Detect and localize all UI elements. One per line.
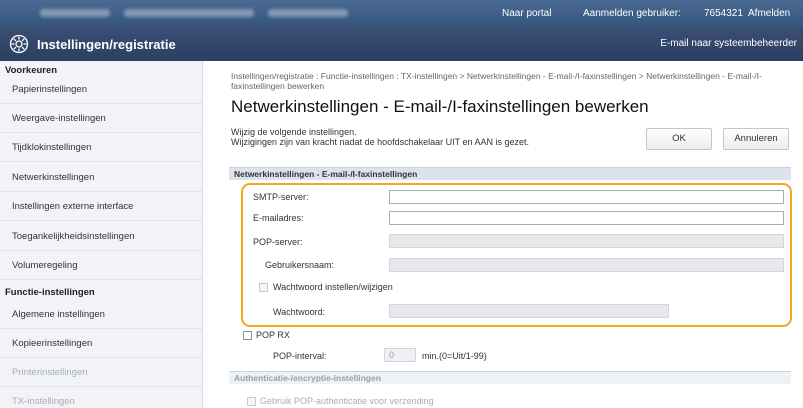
sidebar-item-display[interactable]: Weergave-instellingen bbox=[0, 105, 202, 133]
smtp-server-label: SMTP-server: bbox=[253, 192, 309, 202]
set-password-checkbox[interactable] bbox=[259, 283, 268, 292]
pop-rx-label: POP RX bbox=[256, 330, 290, 340]
breadcrumb: Instellingen/registratie : Functie-inste… bbox=[231, 71, 762, 91]
sidebar-item-paper[interactable]: Papierinstellingen bbox=[0, 76, 202, 104]
pop-interval-input[interactable]: 0 bbox=[384, 348, 416, 362]
blurred-device-name bbox=[40, 9, 110, 17]
password-input[interactable] bbox=[389, 304, 669, 318]
ok-button[interactable]: OK bbox=[646, 128, 712, 150]
pop-server-input[interactable] bbox=[389, 234, 784, 248]
header-title: Instellingen/registratie bbox=[37, 37, 176, 52]
blurred-device-info-2 bbox=[268, 9, 348, 17]
sidebar-item-printer[interactable]: Printerinstellingen bbox=[0, 359, 202, 387]
header: Instellingen/registratie E-mail naar sys… bbox=[0, 27, 803, 61]
settings-gear-icon bbox=[9, 34, 29, 54]
pop-auth-checkbox[interactable] bbox=[247, 397, 256, 406]
logout-link[interactable]: Afmelden bbox=[748, 8, 790, 19]
sidebar: Voorkeuren Papierinstellingen Weergave-i… bbox=[0, 61, 203, 408]
sidebar-item-network[interactable]: Netwerkinstellingen bbox=[0, 164, 202, 192]
mail-admin-link[interactable]: E-mail naar systeembeheerder bbox=[660, 38, 797, 49]
cancel-button[interactable]: Annuleren bbox=[723, 128, 789, 150]
sidebar-head-functions: Functie-instellingen bbox=[5, 287, 95, 298]
sidebar-item-accessibility[interactable]: Toegankelijkheidsinstellingen bbox=[0, 223, 202, 251]
pop-interval-label: POP-interval: bbox=[273, 351, 327, 361]
password-label: Wachtwoord: bbox=[273, 307, 326, 317]
description-line-1: Wijzig de volgende instellingen. bbox=[231, 127, 357, 137]
email-address-label: E-mailadres: bbox=[253, 213, 304, 223]
user-id: 7654321 bbox=[704, 8, 743, 19]
pop-interval-unit: min.(0=Uit/1-99) bbox=[422, 351, 487, 361]
portal-link[interactable]: Naar portal bbox=[502, 8, 551, 19]
sidebar-item-timer[interactable]: Tijdklokinstellingen bbox=[0, 134, 202, 162]
top-bar: Naar portal Aanmelden gebruiker: 7654321… bbox=[0, 0, 803, 27]
email-address-input[interactable] bbox=[389, 211, 784, 225]
pop-auth-label: Gebruik POP-authenticatie voor verzendin… bbox=[260, 396, 434, 406]
main-content: Instellingen/registratie : Functie-inste… bbox=[219, 61, 803, 408]
login-user-label: Aanmelden gebruiker: bbox=[583, 8, 681, 19]
section-auth-encryption: Authenticatie-/encryptie-instellingen bbox=[229, 371, 791, 384]
sidebar-item-external-interface[interactable]: Instellingen externe interface bbox=[0, 193, 202, 221]
sidebar-item-tx[interactable]: TX-instellingen bbox=[0, 388, 202, 408]
sidebar-head-preferences: Voorkeuren bbox=[5, 65, 58, 76]
username-input[interactable] bbox=[389, 258, 784, 272]
smtp-server-input[interactable] bbox=[389, 190, 784, 204]
sidebar-item-general[interactable]: Algemene instellingen bbox=[0, 301, 202, 329]
page-title: Netwerkinstellingen - E-mail-/I-faxinste… bbox=[231, 97, 649, 116]
description-line-2: Wijzigingen zijn van kracht nadat de hoo… bbox=[231, 137, 529, 147]
description: Wijzig de volgende instellingen. Wijzigi… bbox=[231, 127, 529, 147]
sidebar-item-copy[interactable]: Kopieerinstellingen bbox=[0, 330, 202, 358]
username-label: Gebruikersnaam: bbox=[265, 260, 335, 270]
pop-rx-checkbox[interactable] bbox=[243, 331, 252, 340]
set-password-label: Wachtwoord instellen/wijzigen bbox=[273, 282, 393, 292]
pop-server-label: POP-server: bbox=[253, 237, 303, 247]
section-email-ifax: Netwerkinstellingen - E-mail-/I-faxinste… bbox=[229, 167, 791, 180]
blurred-device-info bbox=[124, 9, 254, 17]
sidebar-item-volume[interactable]: Volumeregeling bbox=[0, 252, 202, 280]
